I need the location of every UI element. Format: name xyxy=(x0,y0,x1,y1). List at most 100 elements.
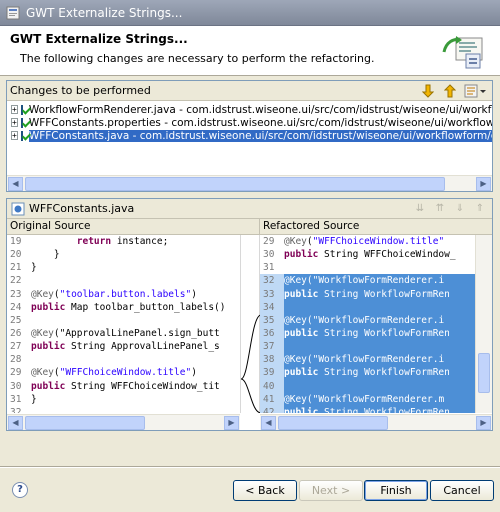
changes-horizontal-scrollbar[interactable]: ◀ ▶ xyxy=(7,175,492,191)
code-text: return instance; xyxy=(76,236,169,247)
code-text: public String WorkflowFormRen xyxy=(284,287,475,301)
wizard-description: The following changes are necessary to p… xyxy=(20,52,375,65)
line-number: 35 xyxy=(260,313,284,327)
previous-difference-icon[interactable]: ⇈ xyxy=(432,201,448,217)
changes-header: Changes to be performed xyxy=(7,81,492,101)
scroll-thumb[interactable] xyxy=(25,416,145,430)
scroll-thumb[interactable] xyxy=(478,353,490,393)
refactored-horizontal-scrollbar[interactable]: ◀ ▶ xyxy=(260,414,492,430)
compare-vertical-scrollbar[interactable] xyxy=(475,235,492,413)
diff-connector-curve xyxy=(240,314,262,414)
line-number: 24 xyxy=(10,301,22,313)
code-line: 19 return instance; xyxy=(7,235,240,248)
compare-panel: WFFConstants.java ⇊ ⇈ ⇓ ⇑ Original Sourc… xyxy=(6,198,493,431)
scroll-left-icon[interactable]: ◀ xyxy=(261,416,276,430)
refactored-source-header: Refactored Source xyxy=(260,219,492,235)
filter-icon[interactable] xyxy=(464,83,486,99)
code-text: public Map toolbar_button_labels() xyxy=(31,301,226,313)
code-line: 29 @Key("WFFChoiceWindow.title") xyxy=(7,366,240,379)
compare-file-name: WFFConstants.java xyxy=(29,202,135,215)
line-number: 32 xyxy=(260,274,284,288)
wizard-banner: GWT Externalize Strings... The following… xyxy=(0,26,500,76)
scroll-left-icon[interactable]: ◀ xyxy=(8,177,23,191)
scroll-thumb[interactable] xyxy=(25,177,445,191)
line-number: 41 xyxy=(260,392,284,406)
scroll-right-icon[interactable]: ▶ xyxy=(224,416,239,430)
code-text: public String WorkflowFormRen xyxy=(284,326,475,341)
refactor-wizard-icon xyxy=(442,36,483,69)
window-titlebar: GWT Externalize Strings... xyxy=(0,0,500,26)
expand-icon[interactable]: + xyxy=(11,118,18,127)
code-line: 27 public String ApprovalLinePanel_s xyxy=(7,340,240,353)
code-line: 35 @Key("WorkflowFormRenderer.i xyxy=(260,313,475,327)
code-line: 26 @Key("ApprovalLinePanel.sign_butt xyxy=(7,327,240,340)
line-number: 34 xyxy=(260,300,284,314)
back-button[interactable]: < Back xyxy=(233,480,297,501)
code-line: 40 xyxy=(260,379,475,393)
code-line: 36 public String WorkflowFormRen xyxy=(260,326,475,341)
code-text xyxy=(284,340,475,354)
tree-item-label: WorkflowFormRenderer.java - com.idstrust… xyxy=(28,103,492,116)
code-line: 38 @Key("WorkflowFormRenderer.i xyxy=(260,353,475,367)
arrow-down-icon[interactable] xyxy=(420,83,436,99)
code-line: 42 public String WorkflowFormRen xyxy=(260,405,475,413)
tree-item[interactable]: + WFFConstants.properties - com.idstrust… xyxy=(7,116,492,129)
changes-label: Changes to be performed xyxy=(10,84,151,97)
changes-tree: + WorkflowFormRenderer.java - com.idstru… xyxy=(7,103,492,159)
code-text: @Key("WorkflowFormRenderer.m xyxy=(284,392,475,406)
original-source-pane[interactable]: 19 return instance; 20 } 21} 22 23 @Key("tool… xyxy=(7,235,240,413)
checkbox-icon[interactable] xyxy=(20,117,23,128)
code-line: 34 xyxy=(260,300,475,314)
window-title: GWT Externalize Strings... xyxy=(26,5,183,20)
scroll-left-icon[interactable]: ◀ xyxy=(8,416,23,430)
next-change-icon[interactable]: ⇓ xyxy=(452,201,468,217)
code-line: 33 public String WorkflowFormRen xyxy=(260,287,475,301)
code-line: 39 public String WorkflowFormRen xyxy=(260,366,475,380)
expand-icon[interactable]: + xyxy=(11,105,18,114)
changes-toolbar xyxy=(420,83,492,99)
gwt-app-icon xyxy=(6,6,20,19)
code-text: @Key("WFFChoiceWindow.title" xyxy=(284,236,445,247)
code-line: 31 xyxy=(260,261,475,274)
code-line: 24 public Map toolbar_button_labels() xyxy=(7,301,240,314)
cancel-button[interactable]: Cancel xyxy=(430,480,494,501)
line-number: 39 xyxy=(260,366,284,380)
code-text: } xyxy=(31,262,37,274)
code-text: public String WFFChoiceWindow_tit xyxy=(31,380,220,392)
line-number: 42 xyxy=(260,405,284,413)
next-button[interactable]: Next > xyxy=(299,480,363,501)
scroll-right-icon[interactable]: ▶ xyxy=(476,177,491,191)
code-text: public String WorkflowFormRen xyxy=(284,366,475,380)
line-number: 32 xyxy=(10,406,22,413)
checkbox-icon[interactable] xyxy=(20,130,23,141)
line-number: 31 xyxy=(263,262,275,274)
code-text: @Key("WFFChoiceWindow.title") xyxy=(31,367,197,379)
scroll-thumb[interactable] xyxy=(278,416,388,430)
finish-button[interactable]: Finish xyxy=(364,480,428,501)
tree-item-label: WFFConstants.properties - com.idstrust.w… xyxy=(28,116,492,129)
refactored-source-pane[interactable]: 29 @Key("WFFChoiceWindow.title" 30 public S… xyxy=(260,235,475,413)
help-button[interactable]: ? xyxy=(12,482,28,498)
line-number: 38 xyxy=(260,353,284,367)
expand-icon[interactable]: + xyxy=(11,131,18,140)
code-text: public String ApprovalLinePanel_s xyxy=(31,341,220,353)
line-number: 21 xyxy=(10,262,22,274)
line-number: 37 xyxy=(260,340,284,354)
code-text: public String WorkflowFormRen xyxy=(284,405,475,413)
code-text xyxy=(284,379,475,393)
previous-change-icon[interactable]: ⇑ xyxy=(472,201,488,217)
tree-item[interactable]: + WorkflowFormRenderer.java - com.idstru… xyxy=(7,103,492,116)
line-number: 29 xyxy=(263,236,275,247)
code-line: 28 xyxy=(7,353,240,366)
line-number: 36 xyxy=(260,326,284,341)
arrow-up-icon[interactable] xyxy=(442,83,458,99)
tree-item-label: WFFConstants.java - com.idstrust.wiseone… xyxy=(28,129,492,142)
next-difference-icon[interactable]: ⇊ xyxy=(412,201,428,217)
tree-item[interactable]: + WFFConstants.java - com.idstrust.wiseo… xyxy=(7,129,492,142)
scroll-right-icon[interactable]: ▶ xyxy=(476,416,491,430)
checkbox-icon[interactable] xyxy=(20,104,23,115)
line-number: 25 xyxy=(10,314,22,326)
original-horizontal-scrollbar[interactable]: ◀ ▶ xyxy=(7,414,240,430)
